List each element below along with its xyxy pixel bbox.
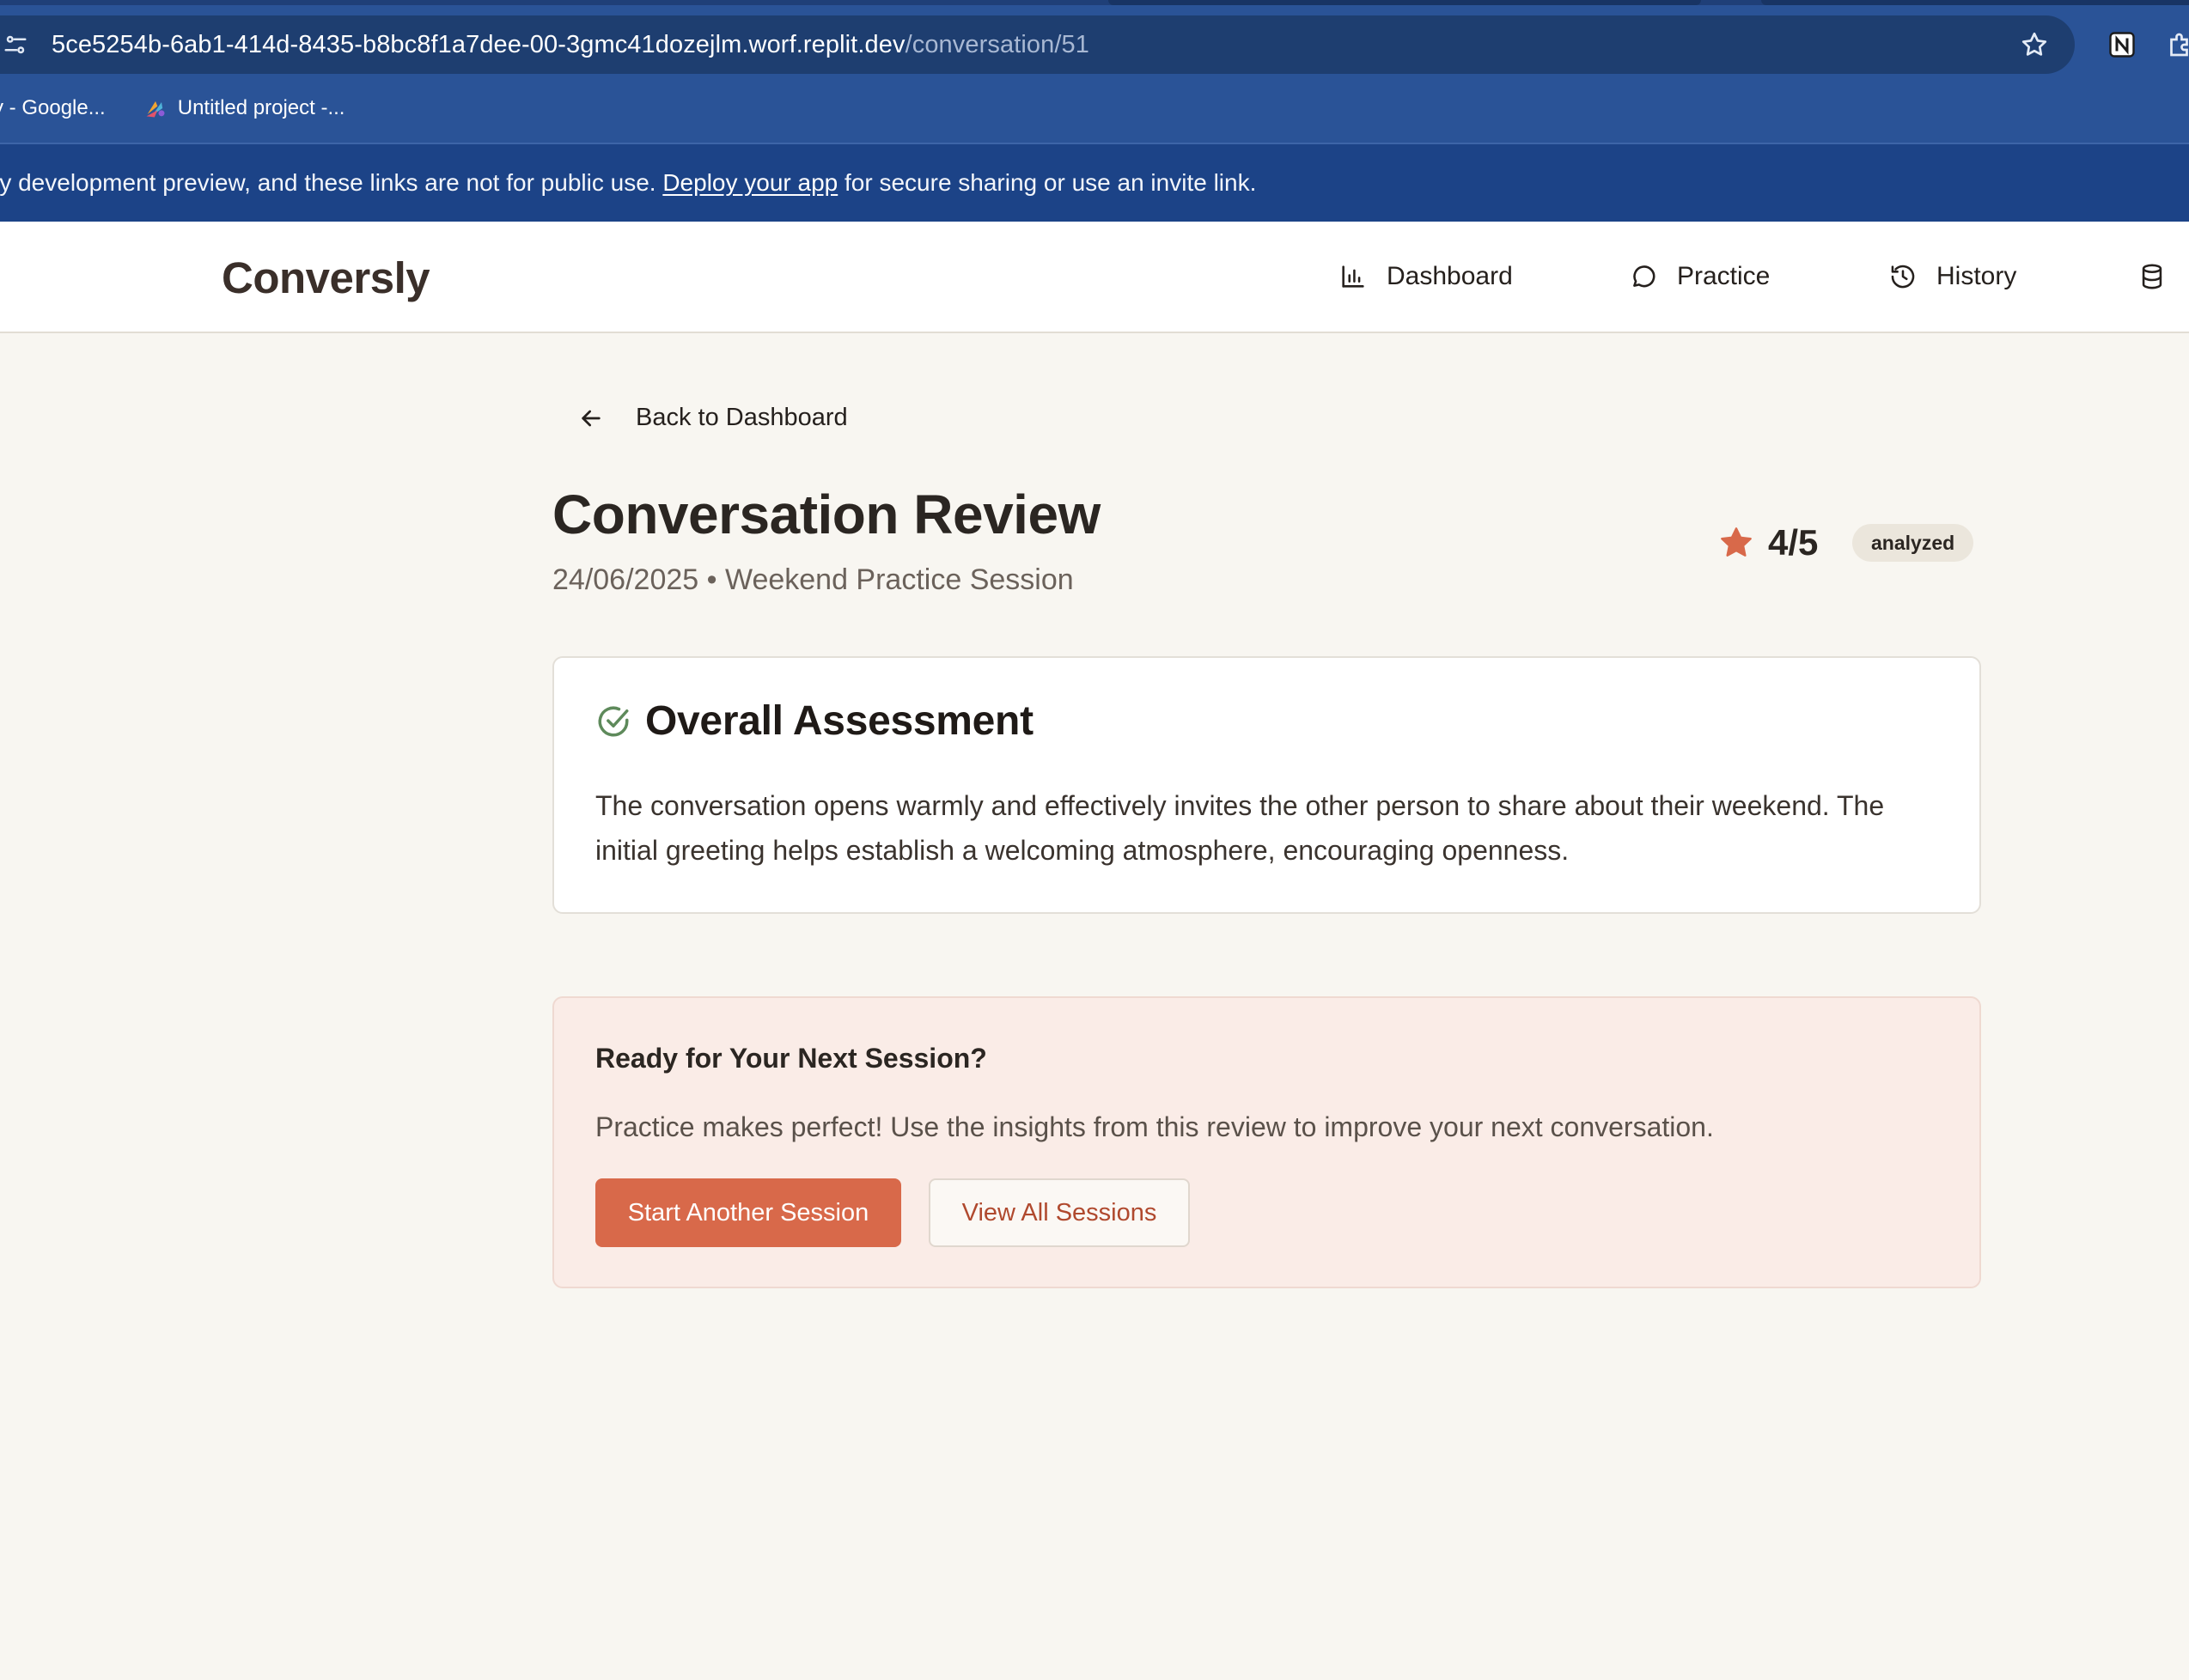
bookmark-item[interactable]: Untitled project -... — [143, 96, 345, 120]
overall-assessment-card: Overall Assessment The conversation open… — [552, 656, 1981, 914]
dev-preview-banner: ry development preview, and these links … — [0, 144, 2189, 222]
back-label: Back to Dashboard — [636, 404, 848, 431]
card-header: Overall Assessment — [595, 697, 1034, 745]
session-meta: 24/06/2025 • Weekend Practice Session — [552, 563, 1074, 596]
banner-text-before: ry development preview, and these links … — [0, 169, 656, 196]
star-icon — [1721, 527, 1752, 557]
url-path: /conversation/51 — [905, 31, 1089, 58]
banner-text-after: for secure sharing or use an invite link… — [845, 169, 1257, 196]
bookmark-label: Untitled project -... — [177, 96, 345, 119]
notion-extension-icon[interactable] — [2107, 29, 2137, 60]
browser-chrome: 5ce5254b-6ab1-414d-8435-b8bc8f1a7dee-00-… — [0, 0, 2189, 222]
bookmark-label: y - Google... — [0, 96, 106, 119]
nav-label: Dashboard — [1387, 262, 1513, 290]
canva-favicon-icon — [146, 100, 165, 118]
deploy-app-link[interactable]: Deploy your app — [662, 169, 838, 196]
banner-text: ry development preview, and these links … — [0, 169, 1256, 197]
bookmarks-bar: y - Google... Untitled project -... — [0, 89, 382, 127]
start-another-session-button[interactable]: Start Another Session — [595, 1178, 901, 1247]
card-title: Overall Assessment — [645, 698, 1034, 744]
extensions-puzzle-icon[interactable] — [2165, 29, 2189, 60]
page-title: Conversation Review — [552, 484, 1101, 545]
bar-chart-icon — [1342, 265, 1364, 288]
app-logo[interactable]: Conversly — [222, 253, 430, 303]
arrow-left-icon — [582, 410, 601, 426]
assessment-text: The conversation opens warmly and effect… — [595, 790, 1885, 866]
database-icon — [2142, 264, 2162, 289]
browser-tab[interactable] — [1761, 0, 2189, 5]
nav-dashboard[interactable]: Dashboard — [1338, 222, 1513, 332]
nav-data[interactable] — [2137, 222, 2167, 332]
nav-history[interactable]: History — [1888, 222, 2016, 332]
status-badge: analyzed — [1852, 524, 1974, 562]
message-circle-icon — [1633, 265, 1655, 288]
nav-label: History — [1936, 262, 2017, 290]
nav-practice[interactable]: Practice — [1629, 222, 1770, 332]
app-header: Conversly Dashboard Practice History — [0, 222, 2189, 333]
cta-text: Practice makes perfect! Use the insights… — [595, 1111, 1714, 1142]
history-icon — [1891, 265, 1915, 289]
nav-label: Practice — [1677, 262, 1771, 290]
session-score: 4/5 — [1718, 522, 1818, 563]
url-host: 5ce5254b-6ab1-414d-8435-b8bc8f1a7dee-00-… — [52, 31, 905, 58]
check-circle-icon — [598, 706, 629, 736]
back-to-dashboard-link[interactable]: Back to Dashboard — [577, 404, 848, 432]
cta-title: Ready for Your Next Session? — [595, 1043, 987, 1074]
site-settings-icon[interactable] — [0, 29, 31, 60]
next-session-card: Ready for Your Next Session? Practice ma… — [552, 996, 1981, 1288]
bookmark-star-icon[interactable] — [2019, 29, 2050, 60]
browser-tab[interactable] — [1108, 0, 1701, 5]
url-text[interactable]: 5ce5254b-6ab1-414d-8435-b8bc8f1a7dee-00-… — [52, 29, 1089, 60]
view-all-sessions-button[interactable]: View All Sessions — [929, 1178, 1190, 1247]
bookmark-item[interactable]: y - Google... — [0, 96, 106, 120]
score-value: 4/5 — [1768, 522, 1819, 563]
